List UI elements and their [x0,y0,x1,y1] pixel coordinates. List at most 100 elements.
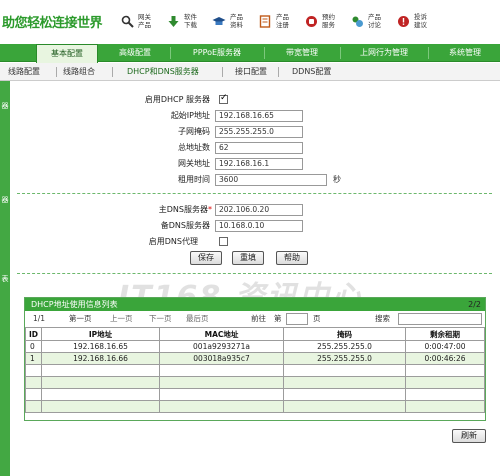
main-nav: 基本配置 高级配置 PPPoE服务器 带宽管理 上网行为管理 系统管理 [0,44,500,63]
table-header-row: ID IP地址 MAC地址 掩码 剩余租期 [25,327,485,341]
cell-id [25,364,42,377]
left-section-mark: 表 [1,275,9,283]
nav-separator [264,47,265,59]
left-sidebar-strip: 器 器 表 [0,81,10,476]
top-header: 助您轻松连接世界 网关 产品 软件 下载 产品 资料 产品 注册 预约 服务 产… [0,0,500,44]
tab-pppoe-server[interactable]: PPPoE服务器 [172,44,262,62]
discuss-icon [350,14,364,28]
refresh-button[interactable]: 刷新 [452,429,486,443]
brand-slogan: 助您轻松连接世界 [2,16,103,31]
dhcp-enable-row: 启用DHCP 服务器 [100,94,210,106]
gateway-label: 网关地址 [178,159,210,168]
next-page-link[interactable]: 下一页 [149,311,172,327]
top-link-gateway-products[interactable]: 网关 产品 [120,10,154,32]
cell-lease [405,376,485,389]
help-button[interactable]: 帮助 [276,251,308,265]
panel-header: DHCP地址使用信息列表 2/2 [25,298,485,311]
dns-proxy-checkbox[interactable] [219,237,228,246]
current-page: 1/1 [33,314,46,323]
sub-nav: 线路配置 线路组合 DHCP和DNS服务器 接口配置 DDNS配置 [0,63,500,81]
subnav-separator [222,67,223,77]
secondary-dns-label: 备DNS服务器 [160,221,210,230]
cell-ip: 192.168.16.65 [41,340,160,353]
total-address-input[interactable]: 62 [215,142,303,154]
pager-bar: 1/1 第一页 上一页 下一页 最后页 前往 第 页 搜索 [25,311,485,327]
top-link-book-service[interactable]: 预约 服务 [304,10,338,32]
subtab-line-combo[interactable]: 线路组合 [63,63,95,81]
subnav-separator [112,67,113,77]
gateway-input[interactable]: 192.168.16.1 [215,158,303,170]
first-page-link[interactable]: 第一页 [69,311,92,327]
tab-system-management[interactable]: 系统管理 [432,44,498,62]
tab-basic-config[interactable]: 基本配置 [36,44,98,63]
subtab-ddns-config[interactable]: DDNS配置 [292,63,331,81]
start-ip-label: 起始IP地址 [170,111,210,120]
cell-ip [41,376,160,389]
column-header-lease: 剩余租期 [405,327,485,341]
top-link-product-discuss[interactable]: 产品 讨论 [350,10,384,32]
table-row [25,388,485,401]
cell-id [25,376,42,389]
top-link-software-download[interactable]: 软件 下载 [166,10,200,32]
left-section-mark: 器 [1,102,9,110]
cell-mac [159,400,284,413]
cell-lease: 0:00:47:00 [405,340,485,353]
cell-mask [283,376,406,389]
subtab-interface-config[interactable]: 接口配置 [235,63,267,81]
dhcp-enable-label: 启用DHCP 服务器 [144,95,210,104]
cell-ip [41,400,160,413]
subtab-line-config[interactable]: 线路配置 [8,63,40,81]
subnet-mask-label: 子网掩码 [178,127,210,136]
subnav-separator [56,67,57,77]
cell-lease [405,400,485,413]
panel-page-count: 2/2 [468,300,481,309]
top-link-product-register[interactable]: 产品 注册 [258,10,292,32]
save-button[interactable]: 保存 [190,251,222,265]
tab-behavior-management[interactable]: 上网行为管理 [342,44,426,62]
primary-dns-input[interactable]: 202.106.0.20 [215,204,303,216]
lease-time-label: 租用时间 [178,175,210,184]
tab-bandwidth[interactable]: 带宽管理 [266,44,338,62]
goto-page-input[interactable] [286,313,308,325]
cell-id [25,400,42,413]
prev-page-link[interactable]: 上一页 [110,311,133,327]
section-divider [17,193,492,194]
table-row[interactable]: 0 192.168.16.65 001a9293271a 255.255.255… [25,340,485,353]
graduation-cap-icon [212,14,226,28]
reset-button[interactable]: 重填 [232,251,264,265]
goto-suffix: 页 [313,314,321,323]
cell-mask: 255.255.255.0 [283,352,406,365]
table-row [25,400,485,413]
nav-separator [170,47,171,59]
register-icon [258,14,272,28]
search-label: 搜索 [375,314,390,323]
cell-mask [283,400,406,413]
column-header-mask: 掩码 [283,327,406,341]
table-row [25,364,485,377]
start-ip-input[interactable]: 192.168.16.65 [215,110,303,122]
cell-lease [405,364,485,377]
table-row[interactable]: 1 192.168.16.66 003018a935c7 255.255.255… [25,352,485,365]
dns-proxy-label: 启用DNS代理 [148,237,198,246]
column-header-mac: MAC地址 [159,327,284,341]
top-link-feedback[interactable]: 投诉 建议 [396,10,430,32]
required-asterisk: * [208,205,212,214]
subnet-mask-input[interactable]: 255.255.255.0 [215,126,303,138]
top-link-product-docs[interactable]: 产品 资料 [212,10,246,32]
cell-ip: 192.168.16.66 [41,352,160,365]
dhcp-enable-checkbox[interactable] [219,93,228,104]
cell-mac: 003018a935c7 [159,352,284,365]
dhcp-lease-panel: DHCP地址使用信息列表 2/2 1/1 第一页 上一页 下一页 最后页 前往 … [24,297,486,421]
subtab-dhcp-dns[interactable]: DHCP和DNS服务器 [127,63,199,81]
tab-advanced-config[interactable]: 高级配置 [102,44,168,62]
nav-separator [340,47,341,59]
column-header-ip: IP地址 [41,327,160,341]
total-address-label: 总地址数 [178,143,210,152]
column-header-id: ID [25,327,42,341]
lease-time-input[interactable]: 3600 [215,174,327,186]
search-input[interactable] [398,313,482,325]
cell-mac [159,364,284,377]
panel-title: DHCP地址使用信息列表 [31,300,118,309]
last-page-link[interactable]: 最后页 [186,311,209,327]
secondary-dns-input[interactable]: 10.168.0.10 [215,220,303,232]
